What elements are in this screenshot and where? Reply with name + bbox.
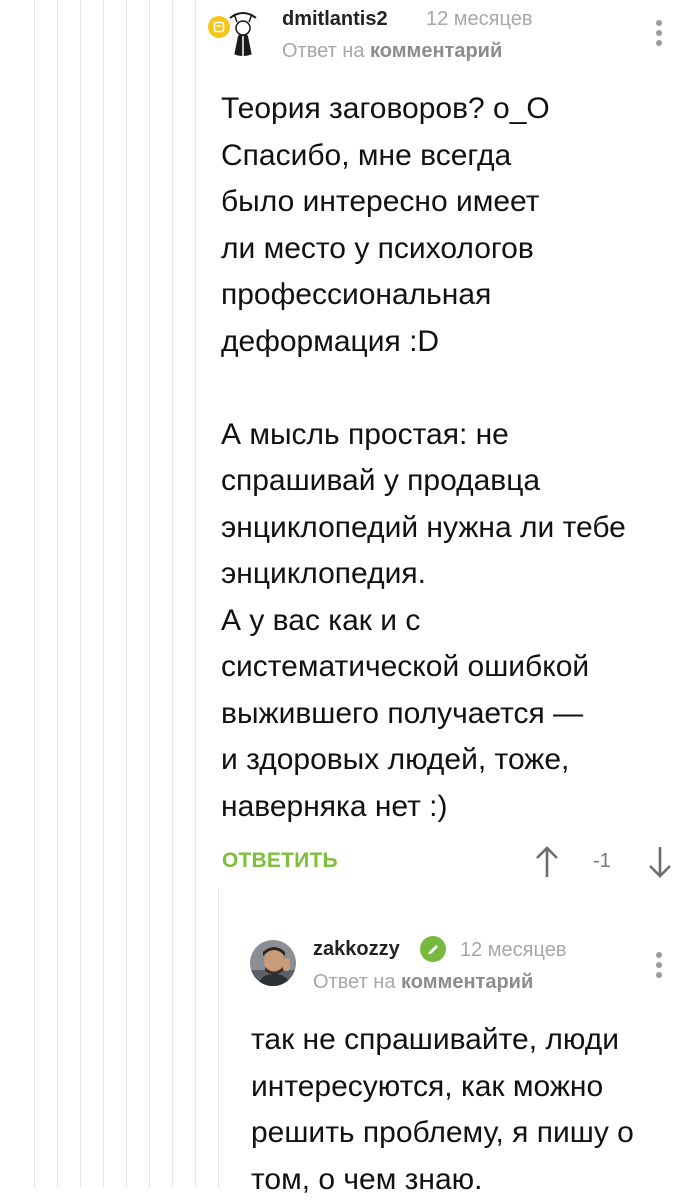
dot-icon: [656, 962, 662, 968]
comment-menu-button[interactable]: [654, 952, 664, 984]
author-name[interactable]: dmitlantis2: [282, 8, 388, 31]
dot-icon: [656, 40, 662, 46]
dot-icon: [656, 30, 662, 36]
reply-to-link[interactable]: комментарий: [401, 971, 533, 993]
comment-menu-button[interactable]: [654, 20, 664, 52]
downvote-button[interactable]: [646, 844, 674, 880]
comment: zakkozzy 12 месяцев Ответ на комментарий…: [0, 890, 700, 1196]
author-name[interactable]: zakkozzy: [313, 938, 400, 961]
upvote-button[interactable]: [533, 844, 561, 880]
avatar-photo: [250, 940, 296, 986]
dot-icon: [656, 952, 662, 958]
reply-button[interactable]: ОТВЕТИТЬ: [222, 849, 338, 873]
comment-time: 12 месяцев: [426, 8, 533, 30]
verified-icon: [420, 936, 446, 962]
avatar: [250, 940, 296, 986]
avatar-wrap[interactable]: [208, 10, 268, 58]
reply-to-prefix: Ответ на: [282, 40, 365, 62]
comment-text: так не спрашивайте, люди интересуются, к…: [251, 1023, 634, 1196]
post-badge-icon: [208, 16, 230, 38]
comment-text: Теория заговоров? о_О Спасибо, мне всегд…: [221, 92, 626, 823]
dot-icon: [656, 20, 662, 26]
arrow-up-icon: [536, 846, 558, 877]
rating-value: -1: [593, 850, 611, 872]
comment: dmitlantis2 12 месяцев Ответ на коммента…: [0, 0, 700, 890]
reply-to-prefix: Ответ на: [313, 971, 396, 993]
reply-to-link[interactable]: комментарий: [370, 40, 502, 62]
comment-time: 12 месяцев: [460, 939, 567, 961]
avatar-wrap[interactable]: [250, 940, 298, 988]
arrow-down-icon: [649, 847, 671, 878]
reply-to-line: Ответ на комментарий: [313, 971, 533, 994]
dot-icon: [656, 972, 662, 978]
reply-to-line: Ответ на комментарий: [282, 40, 502, 63]
